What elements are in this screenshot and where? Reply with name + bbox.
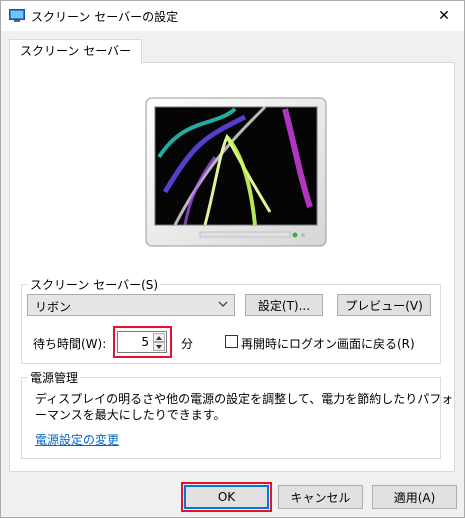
preview-button[interactable]: プレビュー(V) xyxy=(337,294,431,316)
preview-button-label: プレビュー(V) xyxy=(345,298,423,313)
power-description: ディスプレイの明るさや他の電源の設定を調整して、電力を節約したりパフォ ーマンス… xyxy=(35,391,454,423)
screensaver-preview-monitor xyxy=(145,97,327,247)
apply-button[interactable]: 適用(A) xyxy=(372,485,457,509)
close-button[interactable]: ✕ xyxy=(430,4,458,28)
chevron-down-icon xyxy=(218,301,228,307)
wait-minutes-stepper[interactable]: 5 xyxy=(117,331,167,353)
wait-minutes-value: 5 xyxy=(141,335,149,349)
wait-label: 待ち時間(W): xyxy=(33,337,107,351)
screensaver-select[interactable]: リボン xyxy=(27,294,235,316)
power-description-line2: ーマンスを最大にしたりできます。 xyxy=(35,408,226,422)
cancel-button-label: キャンセル xyxy=(290,490,351,505)
wait-unit: 分 xyxy=(181,337,194,351)
resume-logon-label: 再開時にログオン画面に戻る(R) xyxy=(241,337,415,351)
screensaver-selected-value: リボン xyxy=(35,300,72,314)
monitor-icon xyxy=(9,9,25,22)
settings-button[interactable]: 設定(T)... xyxy=(245,294,323,316)
settings-button-label: 設定(T)... xyxy=(257,298,311,313)
apply-button-label: 適用(A) xyxy=(393,490,436,505)
resume-logon-checkbox[interactable] xyxy=(225,335,238,348)
ok-button[interactable]: OK xyxy=(184,485,269,509)
power-description-line1: ディスプレイの明るさや他の電源の設定を調整して、電力を節約したりパフォ xyxy=(35,392,454,406)
ok-button-label: OK xyxy=(217,490,236,504)
power-settings-link[interactable]: 電源設定の変更 xyxy=(35,431,119,448)
screensaver-settings-dialog: スクリーン セーバーの設定 ✕ スクリーン セーバー スクリーン セーバー(S)… xyxy=(0,0,465,518)
close-icon: ✕ xyxy=(438,8,450,24)
screensaver-group-label: スクリーン セーバー(S) xyxy=(28,276,161,293)
spin-down-icon[interactable] xyxy=(153,342,165,351)
power-group-label: 電源管理 xyxy=(28,369,81,386)
tab-screensaver[interactable]: スクリーン セーバー xyxy=(9,39,143,64)
title-bar: スクリーン セーバーの設定 ✕ xyxy=(1,1,464,31)
window-title: スクリーン セーバーの設定 xyxy=(31,10,179,24)
spin-up-icon[interactable] xyxy=(153,333,165,342)
cancel-button[interactable]: キャンセル xyxy=(278,485,363,509)
